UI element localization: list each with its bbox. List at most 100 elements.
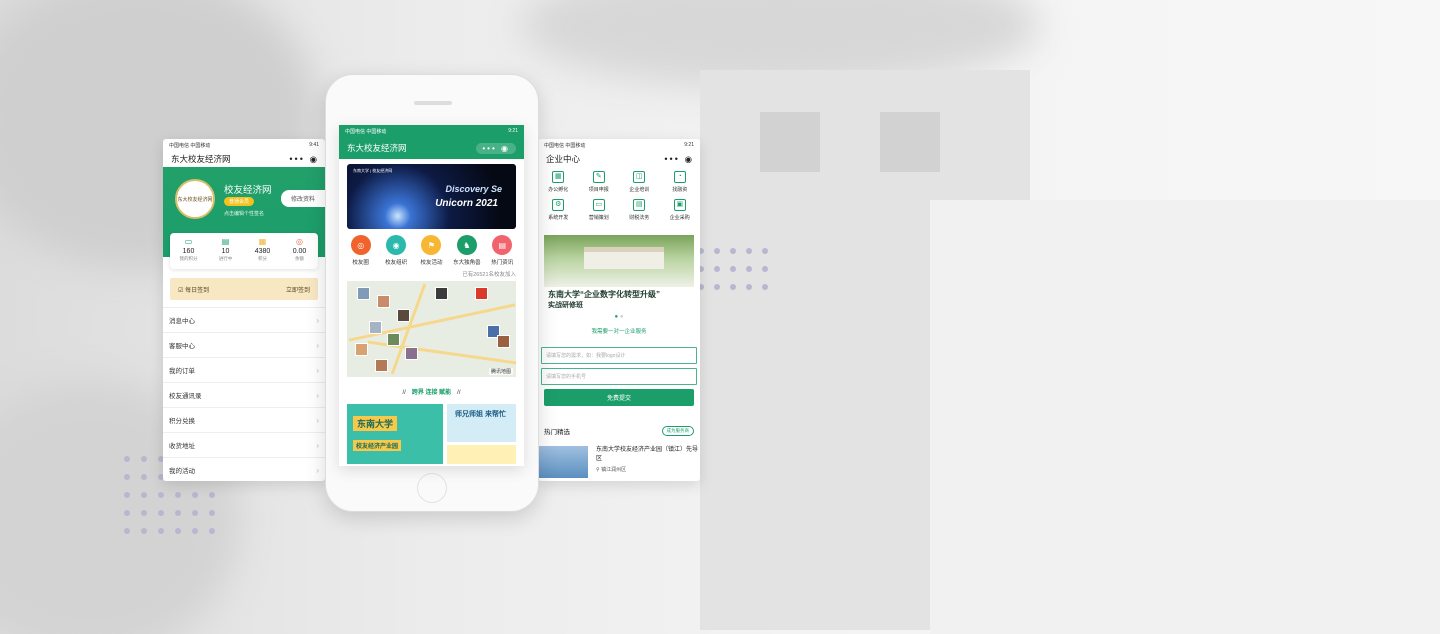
monitor-icon: ▭ (592, 199, 605, 211)
promo-tile-extra[interactable] (447, 445, 516, 464)
alumni-avatar-pin[interactable] (475, 287, 488, 300)
chevron-right-icon: › (316, 465, 319, 475)
menu-list: 消息中心 › 客服中心 › 我的订单 › 校友通讯录 › 积分兑换 › 收货地址 › 我的活… (163, 307, 325, 481)
building-plaque (880, 112, 940, 172)
joined-count: 已有26521名校友加入 (462, 272, 516, 278)
page-title: 东大校友经济网 (171, 154, 231, 164)
submit-button[interactable]: 免费提交 (544, 389, 694, 406)
list-item[interactable]: 我的订单 › (163, 357, 325, 382)
service-item[interactable]: ◫ 企业培训 (619, 171, 660, 193)
carrier-text: 中国电信 中国移动 (345, 128, 387, 135)
list-item[interactable]: 积分兑换 › (163, 407, 325, 432)
alumni-map[interactable]: 腾讯地图 (347, 281, 516, 377)
checkin-icon: ☑ (178, 287, 184, 294)
close-icon[interactable]: ◉ (501, 144, 510, 153)
alumni-avatar-pin[interactable] (375, 359, 388, 372)
avatar[interactable]: 东大校友经济网 (175, 179, 215, 219)
more-menu-button[interactable]: ••• (664, 154, 679, 164)
stat-label: 我的积分 (179, 256, 198, 261)
coin-icon: ▦ (258, 237, 267, 246)
card-location: 镇江润州区 (601, 467, 627, 473)
alumni-avatar-pin[interactable] (369, 321, 382, 334)
list-item[interactable]: 客服中心 › (163, 332, 325, 357)
stat-item[interactable]: ▤ 10 进行中 (207, 233, 244, 269)
horse-icon: ♞ (456, 235, 477, 255)
promo-tiles: 东南大学 校友经济产业园 师兄师姐 来帮忙 (347, 404, 516, 464)
nav-alumni-events[interactable]: ⚑ 校友活动 (415, 235, 448, 266)
list-item[interactable]: 收货地址 › (163, 432, 325, 457)
service-item[interactable]: ▤ 财税法务 (619, 199, 660, 221)
group-icon: ◉ (386, 235, 407, 255)
alumni-avatar-pin[interactable] (377, 295, 390, 308)
alumni-avatar-pin[interactable] (497, 335, 510, 348)
nav-bar: 企业中心 ••• ◉ (538, 151, 700, 167)
more-menu-button[interactable]: ••• (482, 144, 496, 153)
daily-checkin-bar[interactable]: ☑ 每日签到 立即签到 (170, 278, 318, 300)
service-item[interactable]: ▭ 营销策划 (579, 199, 620, 221)
list-item[interactable]: 校友通讯录 › (163, 382, 325, 407)
requirement-input[interactable]: 请填写您的需求，如：我要logo设计 (541, 347, 697, 364)
service-item[interactable]: ▦ 办公孵化 (538, 171, 579, 193)
close-icon[interactable]: ◉ (682, 154, 692, 164)
stat-item[interactable]: ◎ 0.00 余额 (281, 233, 318, 269)
status-bar: 中国电信 中国移动 9:21 (538, 139, 700, 151)
phone-input[interactable]: 请填写您的手机号 (541, 368, 697, 385)
stat-item[interactable]: ▭ 160 我的积分 (170, 233, 207, 269)
list-item[interactable]: 东南大学校友经济产业园（镇江）先导区 ⚲ 镇江润州区 (538, 436, 700, 478)
nav-label: 校友组织 (385, 260, 408, 266)
signature-text[interactable]: 点击编辑个性签名 (224, 210, 264, 217)
checkin-label: 每日签到 (185, 287, 210, 294)
status-bar: 中国电信 中国移动 9:41 (163, 139, 325, 151)
promo-tile-mentor[interactable]: 师兄师姐 来帮忙 (447, 404, 516, 442)
list-item-label: 消息中心 (169, 318, 195, 325)
list-item-label: 积分兑换 (169, 418, 195, 425)
list-item[interactable]: 消息中心 › (163, 307, 325, 332)
points-icon: ▭ (184, 237, 193, 246)
avatar-logo-text: 东大校友经济网 (177, 196, 213, 203)
stat-item[interactable]: ▦ 4380 积分 (244, 233, 281, 269)
office-icon: ▦ (552, 171, 565, 183)
nav-alumni-org[interactable]: ◉ 校友组织 (380, 235, 413, 266)
service-item[interactable]: ✎ 项目申报 (579, 171, 620, 193)
alumni-avatar-pin[interactable] (357, 287, 370, 300)
close-icon[interactable]: ◉ (307, 154, 317, 164)
nav-label: 热门资讯 (491, 260, 514, 266)
stat-label: 进行中 (218, 256, 233, 261)
alumni-avatar-pin[interactable] (355, 343, 368, 356)
stat-label: 积分 (258, 256, 267, 261)
more-menu-button[interactable]: ••• (289, 154, 304, 164)
promo-banner-image[interactable] (544, 235, 694, 287)
cart-icon: ▣ (673, 199, 686, 211)
alumni-avatar-pin[interactable] (397, 309, 410, 322)
list-item[interactable]: 我的活动 › (163, 457, 325, 481)
carousel-dots[interactable]: ● ● (538, 312, 700, 322)
service-item[interactable]: ◔ 找融资 (660, 171, 701, 193)
progress-icon: ▤ (221, 237, 230, 246)
hero-banner[interactable]: 东南大学 | 校友经济网 Discovery Se Unicorn 2021 (347, 164, 516, 229)
promo-subtitle-text: 实战研修班 (548, 302, 583, 309)
promo-tile-industrial-park[interactable]: 东南大学 校友经济产业园 (347, 404, 443, 464)
park-thumbnail (538, 446, 589, 478)
building-silhouette (930, 200, 1440, 634)
nav-alumni-circle[interactable]: ◎ 校友圈 (344, 235, 377, 266)
service-item[interactable]: ▣ 企业采购 (660, 199, 701, 221)
phone-home-button[interactable] (417, 473, 447, 503)
enterprise-center-screen: 中国电信 中国移动 9:21 企业中心 ••• ◉ ▦ 办公孵化 ✎ 项目申报 ◫ 企… (538, 139, 700, 481)
checkin-button[interactable]: 立即签到 (286, 285, 310, 294)
service-request-heading: 我需要一对一企业服务 (591, 329, 647, 335)
alumni-avatar-pin[interactable] (435, 287, 448, 300)
promo-subtitle: 校友经济产业园 (353, 440, 402, 451)
phone-speaker (414, 101, 452, 105)
slash-icon: // (402, 390, 406, 396)
service-label: 财税法务 (629, 215, 650, 221)
mini-program-capsule[interactable]: ••• ◉ (476, 142, 516, 154)
alumni-avatar-pin[interactable] (405, 347, 418, 360)
card-title: 东南大学校友经济产业园（镇江）先导区 (596, 447, 699, 462)
nav-unicorn[interactable]: ♞ 东大独角兽 (450, 235, 483, 266)
edit-profile-button[interactable]: 修改资料 (280, 190, 325, 207)
service-item[interactable]: ⚙ 系统开发 (538, 199, 579, 221)
chevron-right-icon: › (316, 440, 319, 450)
alumni-avatar-pin[interactable] (387, 333, 400, 346)
nav-hot-news[interactable]: ▤ 热门资讯 (486, 235, 519, 266)
become-provider-button[interactable]: 成为服务商 (661, 426, 694, 436)
